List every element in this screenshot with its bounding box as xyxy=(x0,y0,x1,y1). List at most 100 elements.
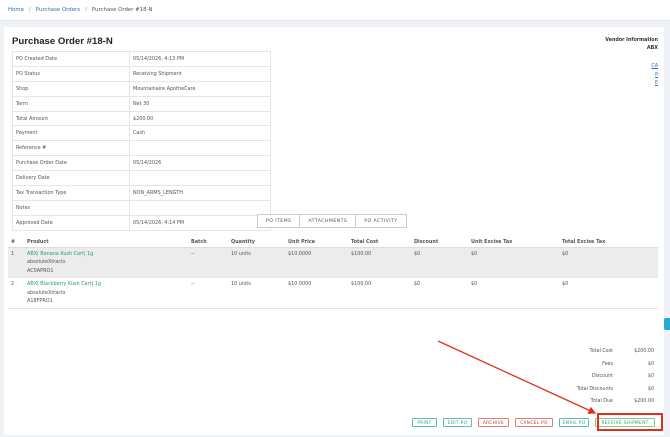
info-value: 05/14/2026, 4:13 PM xyxy=(129,51,271,67)
breadcrumb-separator: / xyxy=(28,7,31,13)
breadcrumb-separator: / xyxy=(85,7,87,13)
info-value: 05/14/2026, 4:14 PM xyxy=(129,214,271,231)
vendor-name: ABX xyxy=(646,46,658,51)
cell-unit-excise: $0 xyxy=(468,277,559,310)
info-label: Shop xyxy=(12,80,130,97)
tab-po-activity[interactable]: PO ACTIVITY xyxy=(355,214,407,228)
info-value xyxy=(129,199,271,216)
info-label: Total Amount xyxy=(12,110,130,127)
table-row: 1 ABX| Banana Kush Cart| 1g absoluteXtra… xyxy=(8,247,658,279)
total-label: Total Discounts xyxy=(576,386,613,392)
col-header: Discount xyxy=(411,238,468,248)
info-label: Tax Transaction Type xyxy=(12,185,130,201)
cell-total-cost: $100.00 xyxy=(348,247,411,279)
total-label: Total Cost xyxy=(589,349,613,354)
col-header: Batch xyxy=(188,238,228,248)
table-header-row: # Product Batch Quantity Unit Price Tota… xyxy=(8,238,658,248)
info-value: 05/14/2026 xyxy=(129,155,271,172)
cell-quantity: 10 units xyxy=(228,247,285,279)
product-brand: absoluteXtracts xyxy=(27,289,66,296)
archive-button[interactable]: ARCHIVE xyxy=(478,418,509,427)
total-value: $0 xyxy=(647,374,654,379)
cell-unit-price: $10.0000 xyxy=(285,277,348,310)
table-row: 2 ABX| Blackberry Kush Cart| 1g absolute… xyxy=(8,277,658,310)
tab-attachments[interactable]: ATTACHMENTS xyxy=(299,214,357,228)
info-label: Term xyxy=(12,95,130,112)
total-label: Fees xyxy=(602,361,613,367)
cell-discount: $0 xyxy=(411,277,468,310)
breadcrumb-current: Purchase Order #18-N xyxy=(91,7,153,13)
cell-num: 2 xyxy=(8,277,24,310)
info-row: Approved Date 05/14/2026, 4:14 PM xyxy=(12,214,271,231)
total-row: Total Discounts $0 xyxy=(560,387,654,400)
cell-product: ABX| Blackberry Kush Cart| 1g absoluteXt… xyxy=(24,277,188,310)
info-value: NON_ARMS_LENGTH xyxy=(129,185,271,201)
cell-total-cost: $100.00 xyxy=(348,277,411,310)
total-value: $200.00 xyxy=(634,399,654,404)
total-row: Total Cost $200.00 xyxy=(560,349,654,362)
cell-discount: $0 xyxy=(411,247,468,279)
cell-batch: -- xyxy=(188,277,228,310)
total-value: $200.00 xyxy=(634,349,654,354)
col-header: Unit Excise Tax xyxy=(468,238,559,248)
info-value: Net 30 xyxy=(129,95,271,112)
breadcrumb-purchase-orders-link[interactable]: Purchase Orders xyxy=(36,7,80,13)
print-button[interactable]: PRINT xyxy=(412,418,437,427)
info-label: Delivery Date xyxy=(12,170,130,187)
total-label: Discount xyxy=(591,374,613,379)
info-label: Reference # xyxy=(12,140,130,157)
product-link[interactable]: ABX| Banana Kush Cart| 1g xyxy=(27,250,185,259)
tab-po-items[interactable]: PO ITEMS xyxy=(257,214,301,228)
po-info-table: PO Created Date 05/14/2026, 4:13 PM PO St… xyxy=(12,51,271,231)
vendor-title: Vendor Information xyxy=(605,38,658,43)
vendor-links: CA P E xyxy=(605,63,658,89)
breadcrumb-home-link[interactable]: Home xyxy=(8,7,24,13)
col-header: # xyxy=(8,238,24,248)
product-link[interactable]: ABX| Blackberry Kush Cart| 1g xyxy=(27,280,185,289)
vendor-link[interactable]: CA xyxy=(605,63,658,72)
cell-unit-price: $10.0000 xyxy=(285,247,348,279)
email-po-button[interactable]: EMAIL PO xyxy=(559,418,589,427)
info-row: Total Amount $200.00 xyxy=(12,110,271,127)
cell-unit-excise: $0 xyxy=(468,247,559,279)
info-row: PO Created Date 05/14/2026, 4:13 PM xyxy=(12,51,271,67)
col-header: Total Cost xyxy=(348,238,411,248)
total-row: Discount $0 xyxy=(560,374,654,387)
product-brand: absoluteXtracts xyxy=(27,259,66,266)
page-title: Purchase Order #18-N xyxy=(12,36,113,47)
annotation-highlight-box xyxy=(597,413,663,431)
cell-product: ABX| Banana Kush Cart| 1g absoluteXtract… xyxy=(24,247,188,279)
info-row: PO Status Receiving Shipment xyxy=(12,65,271,82)
info-label: PO Status xyxy=(12,65,130,82)
info-row: Purchase Order Date 05/14/2026 xyxy=(12,155,271,172)
col-header: Product xyxy=(24,238,188,248)
info-value: $200.00 xyxy=(129,110,271,127)
vendor-information: Vendor Information ABX CA P E xyxy=(605,38,658,89)
side-help-widget-icon[interactable] xyxy=(664,318,670,330)
col-header: Quantity xyxy=(228,238,285,248)
cancel-po-button[interactable]: CANCEL PO xyxy=(515,418,553,427)
cell-num: 1 xyxy=(8,247,24,279)
col-header: Total Excise Tax xyxy=(559,238,658,248)
cell-quantity: 10 units xyxy=(228,277,285,310)
po-tabs: PO ITEMS ATTACHMENTS PO ACTIVITY xyxy=(257,214,407,228)
total-label: Total Due xyxy=(590,399,613,404)
info-row: Term Net 30 xyxy=(12,95,271,112)
vendor-link[interactable]: E xyxy=(605,80,658,89)
info-row: Payment Cash xyxy=(12,125,271,142)
edit-po-button[interactable]: EDIT PO xyxy=(443,418,472,427)
product-sku: A18FPRO1 xyxy=(27,298,53,305)
info-value xyxy=(129,170,271,187)
total-row: Fees $0 xyxy=(560,362,654,375)
info-value xyxy=(129,140,271,157)
total-row: Total Due $200.00 xyxy=(560,399,654,412)
info-row: Tax Transaction Type NON_ARMS_LENGTH xyxy=(12,185,271,201)
vendor-link[interactable]: P xyxy=(605,72,658,81)
cell-total-excise: $0 xyxy=(559,277,658,310)
info-label: Notes xyxy=(12,199,130,216)
info-value: Mountainaire ApotheCare xyxy=(129,80,271,97)
info-row: Shop Mountainaire ApotheCare xyxy=(12,80,271,97)
info-label: Approved Date xyxy=(12,214,130,231)
info-label: PO Created Date xyxy=(12,51,130,67)
breadcrumb: Home / Purchase Orders / Purchase Order … xyxy=(0,0,670,21)
